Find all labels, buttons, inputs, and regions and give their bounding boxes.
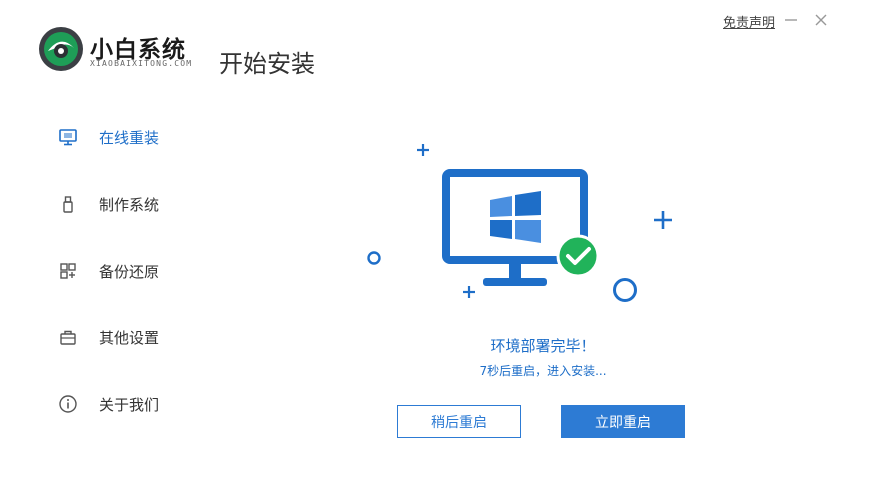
- backup-grid-icon: [55, 258, 81, 284]
- briefcase-icon: [55, 324, 81, 350]
- sidebar-item-other-settings[interactable]: 其他设置: [55, 324, 215, 350]
- install-ready-illustration: [367, 144, 672, 302]
- plus-icon: [654, 211, 672, 229]
- plus-icon: [417, 144, 429, 156]
- info-icon: [55, 391, 81, 417]
- minimize-icon[interactable]: [783, 12, 799, 28]
- check-circle-icon: [556, 234, 600, 278]
- plus-icon: [463, 286, 475, 298]
- page-title: 开始安装: [219, 50, 315, 78]
- close-icon[interactable]: [813, 12, 829, 28]
- status-title: 环境部署完毕！: [490, 337, 596, 355]
- sidebar-item-about-us[interactable]: 关于我们: [55, 391, 215, 417]
- monitor-icon: [55, 124, 81, 150]
- logo-icon: [39, 27, 83, 71]
- sidebar-item-label: 其他设置: [99, 328, 160, 347]
- restart-now-button[interactable]: 立即重启: [561, 405, 685, 438]
- sidebar-item-online-reinstall[interactable]: 在线重装: [55, 124, 215, 150]
- sidebar-item-label: 在线重装: [99, 128, 160, 147]
- usb-drive-icon: [55, 191, 81, 217]
- sidebar-item-label: 制作系统: [99, 195, 160, 214]
- ring-icon: [367, 251, 381, 265]
- sidebar-item-backup-restore[interactable]: 备份还原: [55, 258, 215, 284]
- ring-icon: [613, 278, 637, 302]
- sidebar-item-label: 备份还原: [99, 262, 160, 281]
- brand-subtitle: XIAOBAIXITONG.COM: [90, 59, 193, 68]
- restart-later-button[interactable]: 稍后重启: [397, 405, 521, 438]
- disclaimer-link[interactable]: 免责声明: [723, 12, 775, 31]
- windows-logo-icon: [490, 191, 541, 243]
- sidebar-item-label: 关于我们: [99, 395, 160, 414]
- sidebar-item-make-system[interactable]: 制作系统: [55, 191, 215, 217]
- status-countdown: 7秒后重启，进入安装...: [479, 364, 607, 378]
